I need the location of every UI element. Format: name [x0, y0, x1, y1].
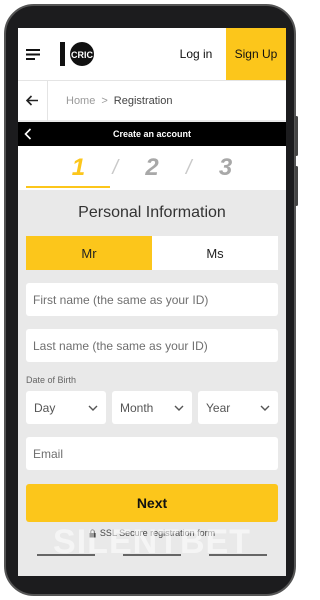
back-arrow-icon[interactable] [18, 80, 48, 121]
gender-toggle: Mr Ms [26, 236, 278, 270]
gender-mr-button[interactable]: Mr [26, 236, 152, 270]
registration-form: Personal Information Mr Ms First name (t… [18, 204, 286, 561]
top-navigation-bar: CRIC Log in Sign Up [18, 28, 286, 80]
date-of-birth-row: Day Month Year [26, 391, 278, 424]
first-name-field[interactable]: First name (the same as your ID) [26, 283, 278, 316]
nav-bar-segment [37, 554, 95, 556]
signup-button[interactable]: Sign Up [226, 28, 286, 80]
ssl-notice: SSL Secure registration form [26, 528, 278, 538]
email-field[interactable]: Email [26, 437, 278, 470]
chevron-down-icon [88, 405, 98, 411]
svg-text:CRIC: CRIC [71, 50, 93, 60]
phone-frame: CRIC Log in Sign Up Home > Registration [4, 4, 298, 596]
ssl-notice-text: SSL Secure registration form [99, 528, 216, 538]
create-account-title: Create an account [112, 129, 192, 139]
year-select[interactable]: Year [198, 391, 278, 424]
create-account-bar: Create an account [18, 122, 286, 146]
next-button[interactable]: Next [26, 484, 278, 522]
step-indicator: 1 / 2 / 3 [18, 146, 286, 190]
breadcrumb-bar: Home > Registration [18, 80, 286, 121]
section-title: Personal Information [78, 204, 226, 221]
chevron-down-icon [174, 405, 184, 411]
nav-bar-segment [123, 554, 181, 556]
day-select[interactable]: Day [26, 391, 106, 424]
phone-navigation-bar [37, 546, 267, 564]
active-step-underline [26, 186, 110, 188]
nav-bar-segment [209, 554, 267, 556]
step-2: 2 [145, 154, 159, 181]
chevron-left-icon[interactable] [24, 126, 38, 142]
hamburger-menu-icon[interactable] [18, 28, 48, 80]
breadcrumb-home[interactable]: Home [66, 95, 95, 107]
year-select-label: Year [206, 400, 231, 415]
gender-ms-button[interactable]: Ms [152, 236, 278, 270]
step-1: 1 [71, 154, 86, 181]
lock-icon [89, 528, 96, 537]
day-select-label: Day [34, 400, 56, 415]
login-button[interactable]: Log in [168, 28, 224, 80]
breadcrumb: Home > Registration [66, 95, 172, 107]
date-of-birth-label: Date of Birth [26, 375, 77, 385]
last-name-field[interactable]: Last name (the same as your ID) [26, 329, 278, 362]
month-select[interactable]: Month [112, 391, 192, 424]
breadcrumb-current: Registration [113, 94, 173, 107]
brand-logo[interactable]: CRIC [60, 39, 106, 69]
screen: CRIC Log in Sign Up Home > Registration [18, 28, 286, 576]
chevron-down-icon [260, 405, 270, 411]
volume-down-button [295, 166, 298, 206]
month-select-label: Month [120, 400, 154, 415]
step-3: 3 [218, 154, 233, 181]
volume-up-button [295, 116, 298, 156]
breadcrumb-separator: > [101, 94, 108, 107]
